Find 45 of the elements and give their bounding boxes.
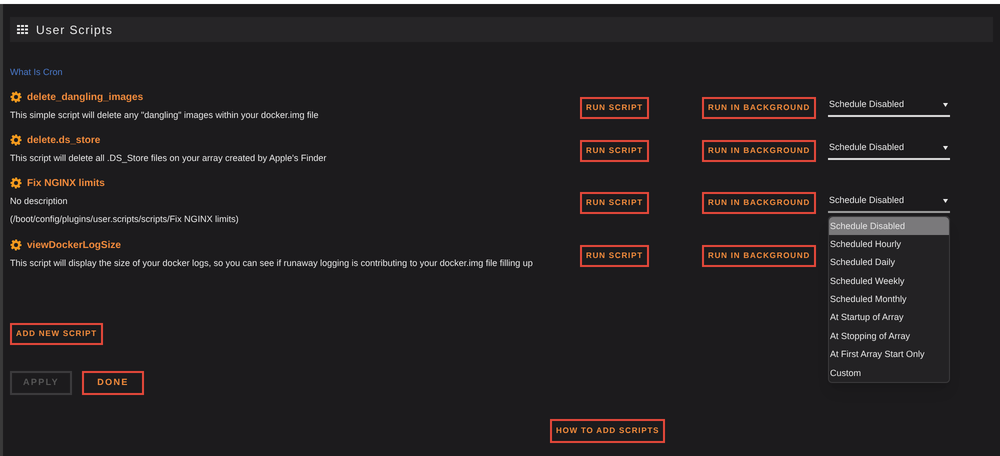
run-script-button[interactable]: RUN SCRIPT [580, 140, 649, 162]
help-button[interactable]: HOW TO ADD SCRIPTS [550, 419, 666, 443]
action-button[interactable]: DONE [82, 371, 144, 395]
schedule-option[interactable]: At Startup of Array [829, 308, 949, 327]
run-script-button[interactable]: RUN SCRIPT [580, 244, 649, 266]
schedule-value: Schedule Disabled [828, 194, 904, 207]
dropdown-caret-icon [943, 198, 948, 202]
gear-icon [10, 134, 22, 146]
schedule-option[interactable]: Custom [829, 364, 949, 382]
dropdown-caret-icon [943, 103, 948, 107]
schedule-option[interactable]: Scheduled Weekly [829, 272, 949, 290]
gear-icon [10, 91, 22, 103]
script-description: This script will display the size of your docker logs, so you can see if runaway logging is contributing to your docker.img file filling up [10, 257, 534, 270]
schedule-option[interactable]: Schedule Disabled [829, 216, 949, 235]
schedule-dropdown[interactable]: Schedule Disabled [828, 95, 950, 117]
script-description: This simple script will delete any "dangling" images within your docker.img file [10, 109, 320, 122]
schedule-value: Schedule Disabled [828, 98, 904, 112]
script-name: Fix NGINX limits [27, 176, 105, 190]
schedule-option[interactable]: Scheduled Monthly [829, 290, 949, 308]
schedule-value: Schedule Disabled [828, 141, 904, 154]
script-name: delete_dangling_images [27, 90, 144, 104]
gear-icon [10, 239, 22, 251]
grid-icon [17, 25, 28, 34]
schedule-dropdown[interactable]: Schedule Disabled [828, 190, 950, 212]
page-title: User Scripts [36, 22, 113, 38]
run-in-background-button[interactable]: RUN IN BACKGROUND [702, 96, 816, 118]
script-path: (/boot/config/plugins/user.scripts/scripts/Fix NGINX limits) [10, 213, 240, 226]
run-in-background-button[interactable]: RUN IN BACKGROUND [702, 140, 816, 162]
schedule-option[interactable]: At First Array Start Only [829, 345, 949, 364]
schedule-option[interactable]: Scheduled Hourly [829, 234, 949, 254]
run-script-button[interactable]: RUN SCRIPT [580, 96, 649, 118]
schedule-option[interactable]: Scheduled Daily [829, 253, 949, 272]
cron-link[interactable]: What Is Cron [10, 66, 63, 80]
script-name: viewDockerLogSize [27, 238, 121, 252]
add-script-button[interactable]: ADD NEW SCRIPT [10, 323, 103, 345]
gear-icon [10, 177, 22, 189]
dropdown-caret-icon [943, 146, 948, 150]
run-in-background-button[interactable]: RUN IN BACKGROUND [702, 192, 816, 214]
schedule-option[interactable]: At Stopping of Array [829, 326, 949, 346]
run-script-button[interactable]: RUN SCRIPT [580, 192, 649, 214]
schedule-dropdown[interactable]: Schedule Disabled [828, 138, 950, 160]
run-in-background-button[interactable]: RUN IN BACKGROUND [702, 244, 816, 266]
script-description: No description [10, 195, 69, 208]
script-description: This script will delete all .DS_Store files on your array created by Apple's Finder [10, 152, 328, 165]
script-name: delete.ds_store [27, 134, 100, 148]
